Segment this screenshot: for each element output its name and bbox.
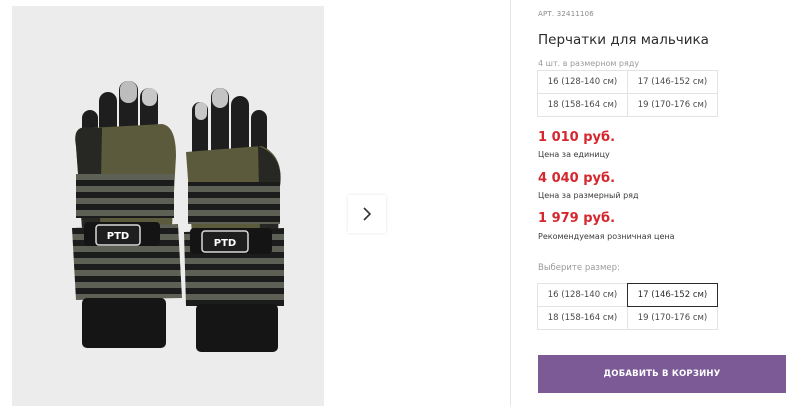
set-size-cell: 17 (146-152 см) xyxy=(627,70,718,94)
next-image-button[interactable] xyxy=(348,195,386,233)
set-size-cell: 18 (158-164 см) xyxy=(537,93,628,117)
panel-divider xyxy=(510,0,511,406)
set-size-table: 16 (128-140 см) 17 (146-152 см) 18 (158-… xyxy=(537,70,718,117)
set-price: 4 040 руб. xyxy=(538,171,616,186)
size-select-label: Выберите размер: xyxy=(538,263,620,273)
product-image: PTD PTD xyxy=(72,81,284,352)
svg-text:PTD: PTD xyxy=(214,238,236,249)
article-number: АРТ. 32411106 xyxy=(538,10,594,18)
product-image-panel: PTD PTD xyxy=(12,6,324,406)
size-selector: 16 (128-140 см) 17 (146-152 см) 18 (158-… xyxy=(537,283,718,330)
unit-price-label: Цена за единицу xyxy=(538,150,610,159)
product-title: Перчатки для мальчика xyxy=(538,32,709,48)
retail-price-label: Рекомендуемая розничная цена xyxy=(538,232,675,241)
size-option-selected[interactable]: 17 (146-152 см) xyxy=(627,283,718,307)
chevron-right-icon xyxy=(363,207,372,221)
size-option[interactable]: 19 (170-176 см) xyxy=(627,306,718,330)
unit-price: 1 010 руб. xyxy=(538,130,616,145)
set-size-cell: 16 (128-140 см) xyxy=(537,70,628,94)
set-note: 4 шт. в размерном ряду xyxy=(538,59,640,68)
svg-text:PTD: PTD xyxy=(107,231,129,242)
retail-price: 1 979 руб. xyxy=(538,211,616,226)
right-glove: PTD xyxy=(184,88,284,352)
size-option[interactable]: 16 (128-140 см) xyxy=(537,283,628,307)
set-size-cell: 19 (170-176 см) xyxy=(627,93,718,117)
size-option[interactable]: 18 (158-164 см) xyxy=(537,306,628,330)
add-to-cart-button[interactable]: ДОБАВИТЬ В КОРЗИНУ xyxy=(538,355,786,393)
left-glove: PTD xyxy=(72,81,182,348)
set-price-label: Цена за размерный ряд xyxy=(538,191,639,200)
